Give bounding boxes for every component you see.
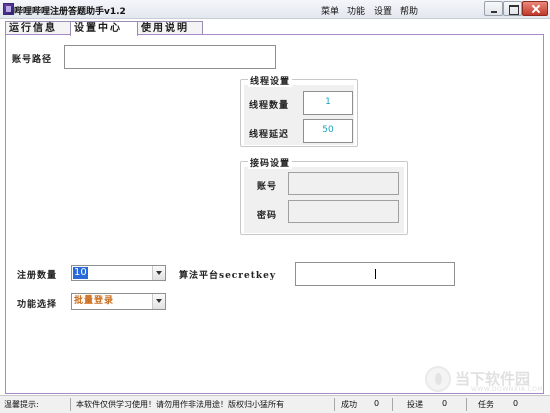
status-post-value: 0 bbox=[442, 399, 448, 408]
status-task-value: 0 bbox=[513, 399, 519, 408]
thread-settings-title: 线程设置 bbox=[248, 74, 293, 87]
thread-settings-group: 线程设置 线程数量 1 线程延迟 50 bbox=[240, 74, 358, 147]
thread-count-label: 线程数量 bbox=[249, 101, 290, 111]
thread-delay-label: 线程延迟 bbox=[249, 130, 290, 140]
chevron-down-icon[interactable] bbox=[152, 294, 165, 309]
thread-delay-input[interactable]: 50 bbox=[303, 119, 353, 143]
function-select-label: 功能选择 bbox=[17, 300, 58, 310]
tab-run-info[interactable]: 运行信息 bbox=[5, 21, 71, 35]
tab-settings-center[interactable]: 设置中心 bbox=[70, 21, 138, 36]
captcha-account-label: 账号 bbox=[257, 182, 278, 192]
menu-item-help[interactable]: 帮助 bbox=[400, 4, 418, 17]
account-path-input[interactable] bbox=[64, 45, 276, 69]
app-icon bbox=[3, 3, 14, 15]
window-title: 哔哩哔哩注册答题助手v1.2 bbox=[14, 7, 126, 17]
status-tip-label: 温馨提示: bbox=[4, 400, 39, 409]
minimize-button[interactable] bbox=[484, 1, 503, 16]
chevron-down-icon[interactable] bbox=[152, 266, 165, 280]
status-success-value: 0 bbox=[374, 399, 380, 408]
menu-item-menu[interactable]: 菜单 bbox=[321, 4, 339, 17]
watermark-logo-icon bbox=[425, 366, 451, 392]
register-count-select[interactable]: 10 bbox=[71, 265, 166, 281]
maximize-button[interactable] bbox=[503, 1, 522, 16]
tab-usage-guide[interactable]: 使用说明 bbox=[137, 21, 203, 35]
title-bar: 哔哩哔哩注册答题助手v1.2 菜单 功能 设置 帮助 bbox=[0, 0, 550, 19]
function-select[interactable]: 批量登录 bbox=[71, 293, 166, 310]
secretkey-label: 算法平台secretkey bbox=[179, 271, 277, 281]
status-task-label: 任务 bbox=[478, 400, 494, 409]
status-post-label: 投递 bbox=[407, 400, 423, 409]
captcha-account-input[interactable] bbox=[288, 172, 399, 195]
close-button[interactable] bbox=[522, 1, 548, 16]
account-path-label: 账号路径 bbox=[12, 55, 53, 65]
status-bar: 温馨提示: 本软件仅供学习使用！请勿用作非法用途！版权归小猛所有 成功 0 投递… bbox=[0, 395, 550, 413]
captcha-settings-title: 接码设置 bbox=[248, 156, 293, 169]
captcha-settings-group: 接码设置 账号 密码 bbox=[240, 156, 408, 235]
captcha-password-label: 密码 bbox=[257, 211, 278, 221]
secretkey-input[interactable] bbox=[295, 262, 455, 286]
captcha-password-input[interactable] bbox=[288, 200, 399, 223]
settings-panel: 账号路径 线程设置 线程数量 1 线程延迟 50 接码设置 账号 密码 注册数量… bbox=[5, 34, 544, 394]
status-success-label: 成功 bbox=[341, 400, 357, 409]
menu-item-function[interactable]: 功能 bbox=[347, 4, 365, 17]
status-tip-text: 本软件仅供学习使用！请勿用作非法用途！版权归小猛所有 bbox=[76, 400, 284, 409]
menu-item-settings[interactable]: 设置 bbox=[374, 4, 392, 17]
watermark: 当下软件园 WWW.DOWNXIA.COM bbox=[425, 366, 549, 396]
register-count-label: 注册数量 bbox=[17, 271, 58, 281]
thread-count-input[interactable]: 1 bbox=[303, 91, 353, 115]
text-caret bbox=[375, 269, 376, 279]
